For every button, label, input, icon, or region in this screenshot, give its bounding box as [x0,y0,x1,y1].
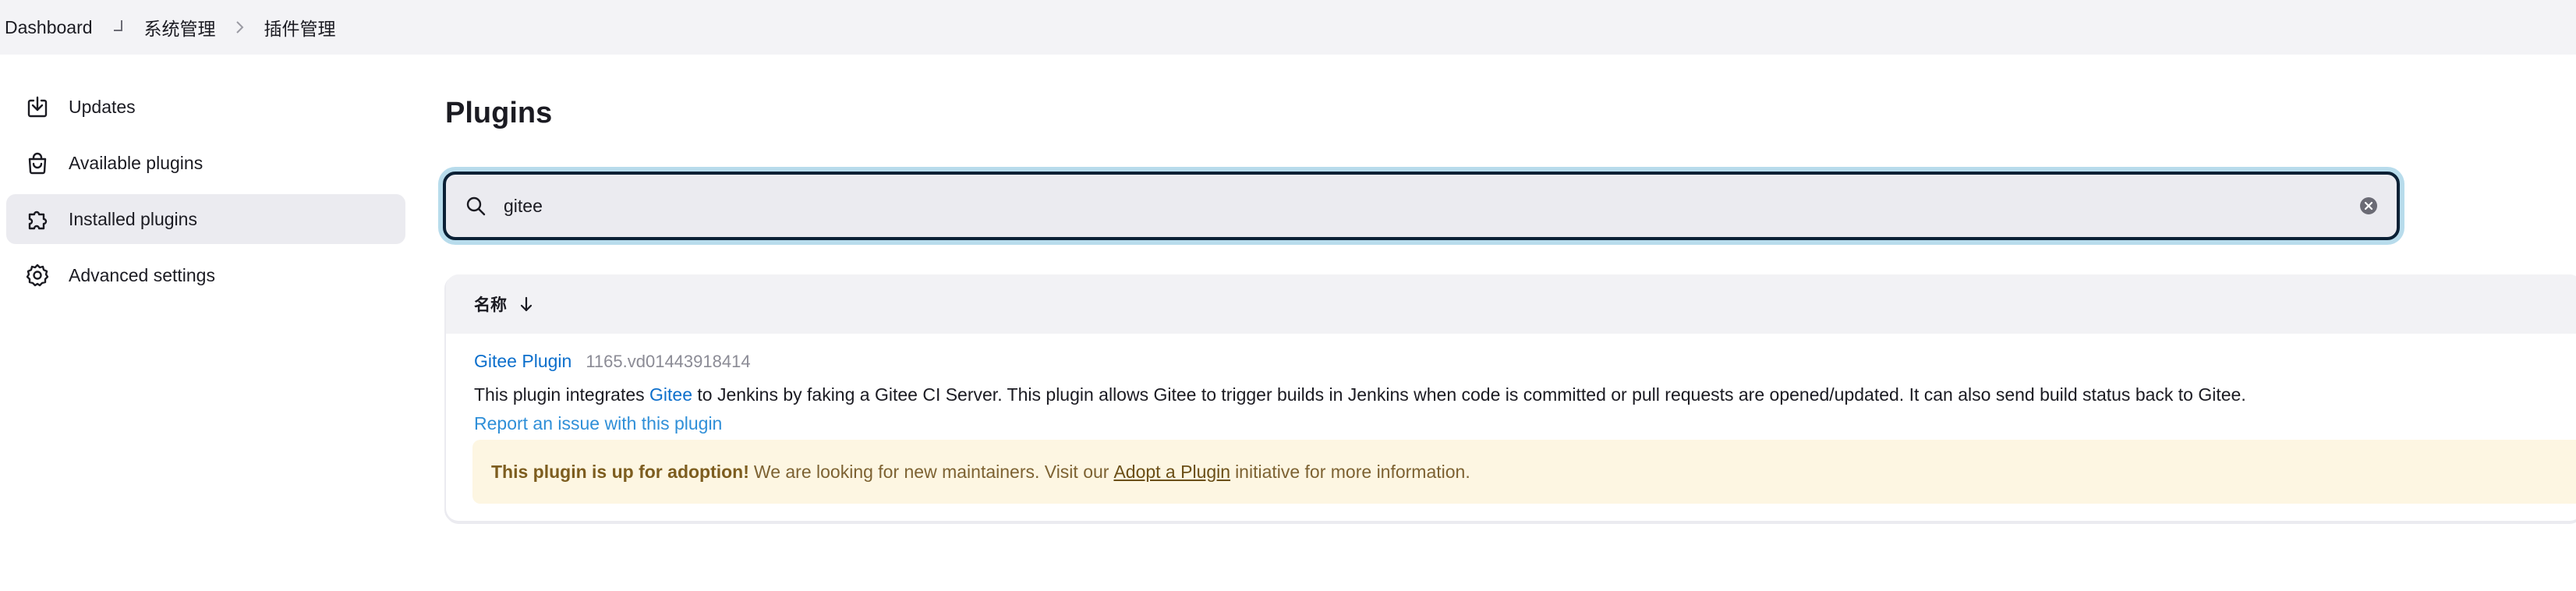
breadcrumb-dashboard[interactable]: Dashboard [5,17,93,38]
sidebar-item-advanced-settings[interactable]: Advanced settings [6,250,405,300]
sort-arrow-down-icon[interactable] [519,296,533,313]
table-header: 名称 [446,274,2576,334]
page-title: Plugins [445,97,553,129]
download-icon [23,93,51,121]
breadcrumb-system-management[interactable]: 系统管理 [144,14,216,41]
sidebar-item-installed-plugins[interactable]: Installed plugins [6,194,405,244]
report-issue-link[interactable]: Report an issue with this plugin [474,413,2576,434]
column-header-name[interactable]: 名称 [474,292,507,316]
description-text-suffix: to Jenkins by faking a Gitee CI Server. … [692,384,2246,405]
gear-icon [23,261,51,289]
sidebar-item-updates[interactable]: Updates [6,82,405,132]
adoption-notice-text-end: initiative for more information. [1235,461,1470,482]
sidebar-item-available-plugins[interactable]: Available plugins [6,138,405,188]
sidebar-item-label: Installed plugins [69,208,197,229]
puzzle-icon [23,205,51,233]
chevron-right-icon [235,19,246,36]
sidebar-item-label: Available plugins [69,152,203,173]
sidebar: Updates Available plugins Installed plug… [6,82,405,306]
shopping-bag-icon [23,149,51,177]
adoption-notice: This plugin is up for adoption! We are l… [472,440,2576,504]
plugin-name-link[interactable]: Gitee Plugin [474,351,571,372]
sidebar-item-label: Updates [69,96,136,117]
plugin-search-box[interactable] [443,172,2400,240]
adopt-a-plugin-link[interactable]: Adopt a Plugin [1113,462,1230,483]
plugins-table: 名称 Gitee Plugin 1165.vd01443918414 This … [446,274,2576,521]
gitee-link[interactable]: Gitee [649,384,692,405]
plugin-version: 1165.vd01443918414 [586,352,751,371]
clear-search-icon[interactable] [2359,196,2378,215]
description-text-prefix: This plugin integrates [474,384,650,405]
sidebar-item-label: Advanced settings [69,264,215,285]
breadcrumb-separator-icon[interactable] [111,19,126,36]
adoption-notice-text: We are looking for new maintainers. Visi… [753,461,1109,482]
table-row: Gitee Plugin 1165.vd01443918414 This plu… [446,334,2576,434]
breadcrumb: Dashboard 系统管理 插件管理 [0,0,2576,55]
search-input[interactable] [502,194,2359,218]
breadcrumb-plugin-management[interactable]: 插件管理 [264,14,336,41]
adoption-notice-title: This plugin is up for adoption! [491,461,749,482]
plugin-description: This plugin integrates Gitee to Jenkins … [474,384,2576,405]
search-icon [465,195,487,217]
